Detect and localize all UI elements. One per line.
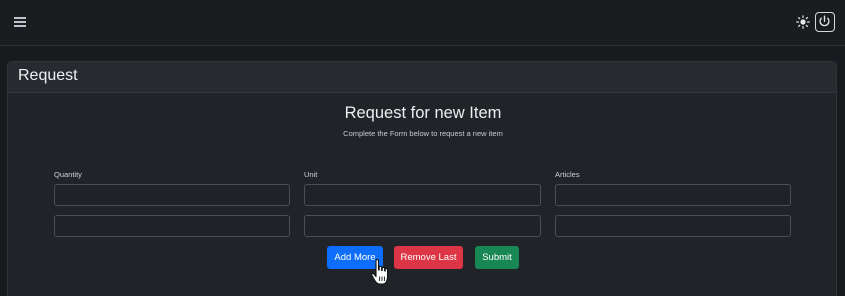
unit-input[interactable] xyxy=(304,215,541,237)
articles-label: Articles xyxy=(555,170,580,179)
power-icon xyxy=(819,15,830,27)
remove-last-button[interactable]: Remove Last xyxy=(394,246,463,269)
power-button[interactable] xyxy=(815,12,835,32)
top-navbar xyxy=(0,0,845,46)
quantity-input[interactable] xyxy=(54,215,290,237)
request-card: Request Request for new Item Complete th… xyxy=(7,61,837,296)
articles-input[interactable] xyxy=(555,184,791,206)
quantity-label: Quantity xyxy=(54,170,82,179)
form-subtitle: Complete the Form below to request a new… xyxy=(343,129,503,138)
quantity-input[interactable] xyxy=(54,184,290,206)
sun-icon[interactable] xyxy=(796,15,810,29)
hamburger-menu-icon[interactable] xyxy=(14,16,28,28)
unit-label: Unit xyxy=(304,170,318,179)
articles-input[interactable] xyxy=(555,215,791,237)
hand-pointer-cursor-icon xyxy=(370,258,392,288)
unit-input[interactable] xyxy=(304,184,541,206)
card-title: Request xyxy=(8,62,836,93)
form-title: Request for new Item xyxy=(344,104,502,122)
submit-button[interactable]: Submit xyxy=(475,246,519,269)
